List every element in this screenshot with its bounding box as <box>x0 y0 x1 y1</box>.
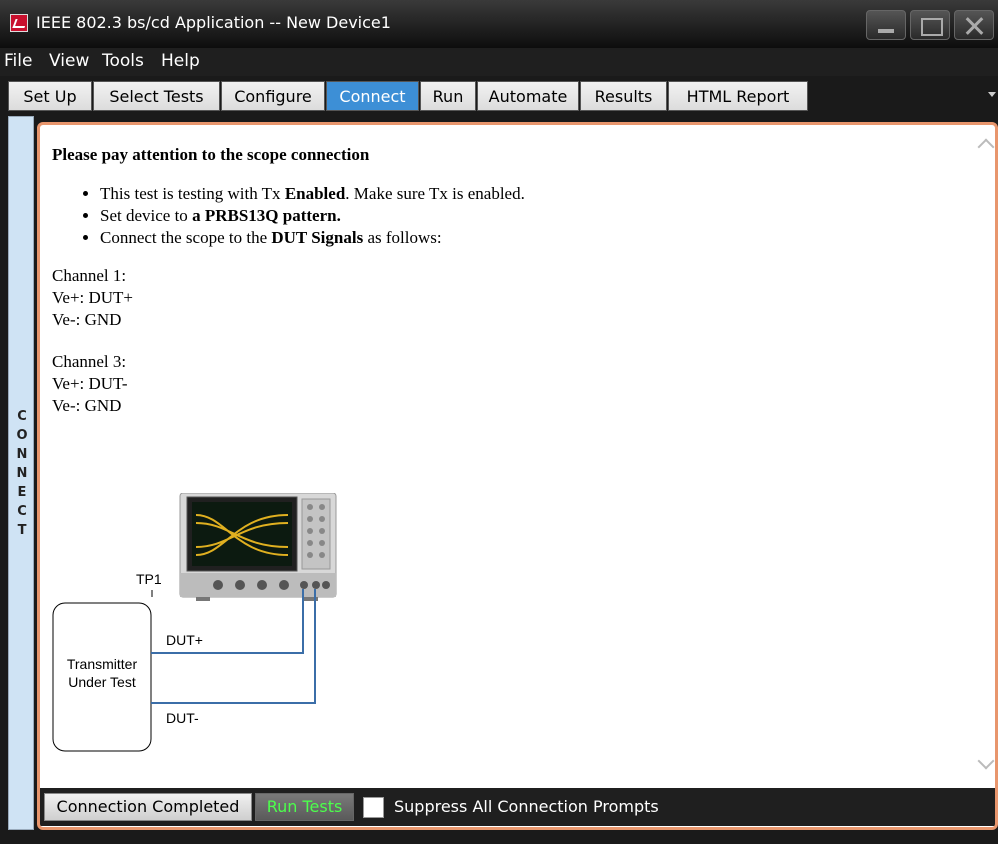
list-item: Set device to a PRBS13Q pattern. <box>100 205 972 227</box>
list-item: This test is testing with Tx Enabled. Ma… <box>100 183 972 205</box>
channel-3-vplus: Ve+: DUT- <box>52 374 128 393</box>
tab-automate[interactable]: Automate <box>477 81 579 111</box>
app-window: IEEE 802.3 bs/cd Application -- New Devi… <box>0 0 998 844</box>
connect-panel: Please pay attention to the scope connec… <box>37 122 998 830</box>
tab-overflow-icon[interactable] <box>988 92 996 97</box>
menu-view[interactable]: View <box>49 51 89 71</box>
app-icon <box>10 14 28 32</box>
connection-completed-button[interactable]: Connection Completed <box>44 793 252 821</box>
instruction-list: This test is testing with Tx Enabled. Ma… <box>100 183 972 249</box>
scroll-up-icon[interactable] <box>977 138 995 156</box>
side-rail: CONNECT <box>8 116 34 830</box>
window-title: IEEE 802.3 bs/cd Application -- New Devi… <box>36 13 391 32</box>
channel-1-vminus: Ve-: GND <box>52 310 122 329</box>
channel-3-title: Channel 3: <box>52 352 127 371</box>
tab-select-tests[interactable]: Select Tests <box>93 81 220 111</box>
channel-3-block: Channel 3: Ve+: DUT- Ve-: GND <box>52 351 972 417</box>
bullet-bold: Enabled <box>284 184 346 203</box>
close-button[interactable] <box>954 10 994 40</box>
channel-1-vplus: Ve+: DUT+ <box>52 288 134 307</box>
transmitter-label-line1: Transmitter <box>67 656 138 672</box>
tab-html-report[interactable]: HTML Report <box>668 81 808 111</box>
run-tests-button[interactable]: Run Tests <box>255 793 354 821</box>
dut-plus-label: DUT+ <box>166 632 203 648</box>
bullet-text: This test is testing with Tx <box>100 184 285 203</box>
tab-run[interactable]: Run <box>420 81 476 111</box>
bullet-text: . Make sure Tx is enabled. <box>345 184 525 203</box>
menu-file[interactable]: File <box>4 51 32 71</box>
channel-1-title: Channel 1: <box>52 266 127 285</box>
side-rail-label: CONNECT <box>16 409 28 538</box>
minimize-button[interactable] <box>866 10 906 40</box>
channel-3-vminus: Ve-: GND <box>52 396 122 415</box>
bullet-bold: DUT Signals <box>271 228 364 247</box>
list-item: Connect the scope to the DUT Signals as … <box>100 227 972 249</box>
bullet-text: Connect the scope to the <box>100 228 272 247</box>
instructions-heading: Please pay attention to the scope connec… <box>52 145 370 164</box>
maximize-button[interactable] <box>910 10 950 40</box>
channel-1-block: Channel 1: Ve+: DUT+ Ve-: GND <box>52 265 972 331</box>
menu-bar: File View Tools Help <box>0 48 998 76</box>
menu-tools[interactable]: Tools <box>102 51 144 71</box>
instructions: Please pay attention to the scope connec… <box>52 145 972 417</box>
tab-set-up[interactable]: Set Up <box>8 81 92 111</box>
bullet-text: Set device to <box>100 206 193 225</box>
suppress-prompts-checkbox[interactable] <box>363 797 384 818</box>
tp1-label: TP1 <box>136 571 162 587</box>
scroll-down-icon[interactable] <box>977 752 995 770</box>
suppress-prompts-label: Suppress All Connection Prompts <box>394 797 659 816</box>
bottom-action-bar: Connection Completed Run Tests Suppress … <box>40 788 995 826</box>
tab-connect[interactable]: Connect <box>326 81 419 111</box>
tab-strip: Set Up Select Tests Configure Connect Ru… <box>0 80 998 112</box>
tab-results[interactable]: Results <box>580 81 667 111</box>
transmitter-label-line2: Under Test <box>68 674 136 690</box>
menu-help[interactable]: Help <box>161 51 200 71</box>
oscilloscope-icon <box>179 493 337 601</box>
bullet-text: as follows: <box>363 228 442 247</box>
bullet-bold: a PRBS13Q pattern. <box>192 206 341 225</box>
tab-configure[interactable]: Configure <box>221 81 325 111</box>
dut-minus-label: DUT- <box>166 710 199 726</box>
connection-diagram: TP1 Transmitter Under Test DUT+ DUT- <box>52 493 337 752</box>
title-bar: IEEE 802.3 bs/cd Application -- New Devi… <box>0 0 998 48</box>
